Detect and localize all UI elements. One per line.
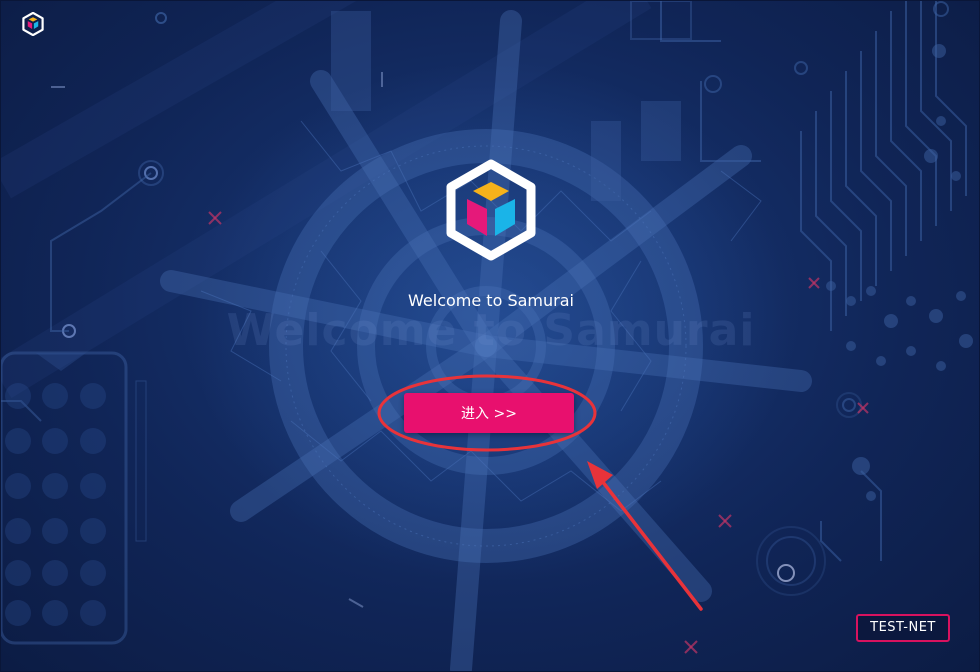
network-badge: TEST-NET — [856, 614, 950, 642]
keypad-decoration — [1, 351, 147, 645]
enter-button[interactable]: 进入 >> — [404, 393, 574, 433]
app-window: Welcome to Samurai Welcome to Samurai 进入… — [0, 0, 980, 672]
samurai-logo-icon — [446, 159, 536, 261]
welcome-title: Welcome to Samurai — [408, 291, 574, 310]
welcome-watermark: Welcome to Samurai — [226, 305, 756, 356]
app-logo-icon — [22, 12, 44, 36]
